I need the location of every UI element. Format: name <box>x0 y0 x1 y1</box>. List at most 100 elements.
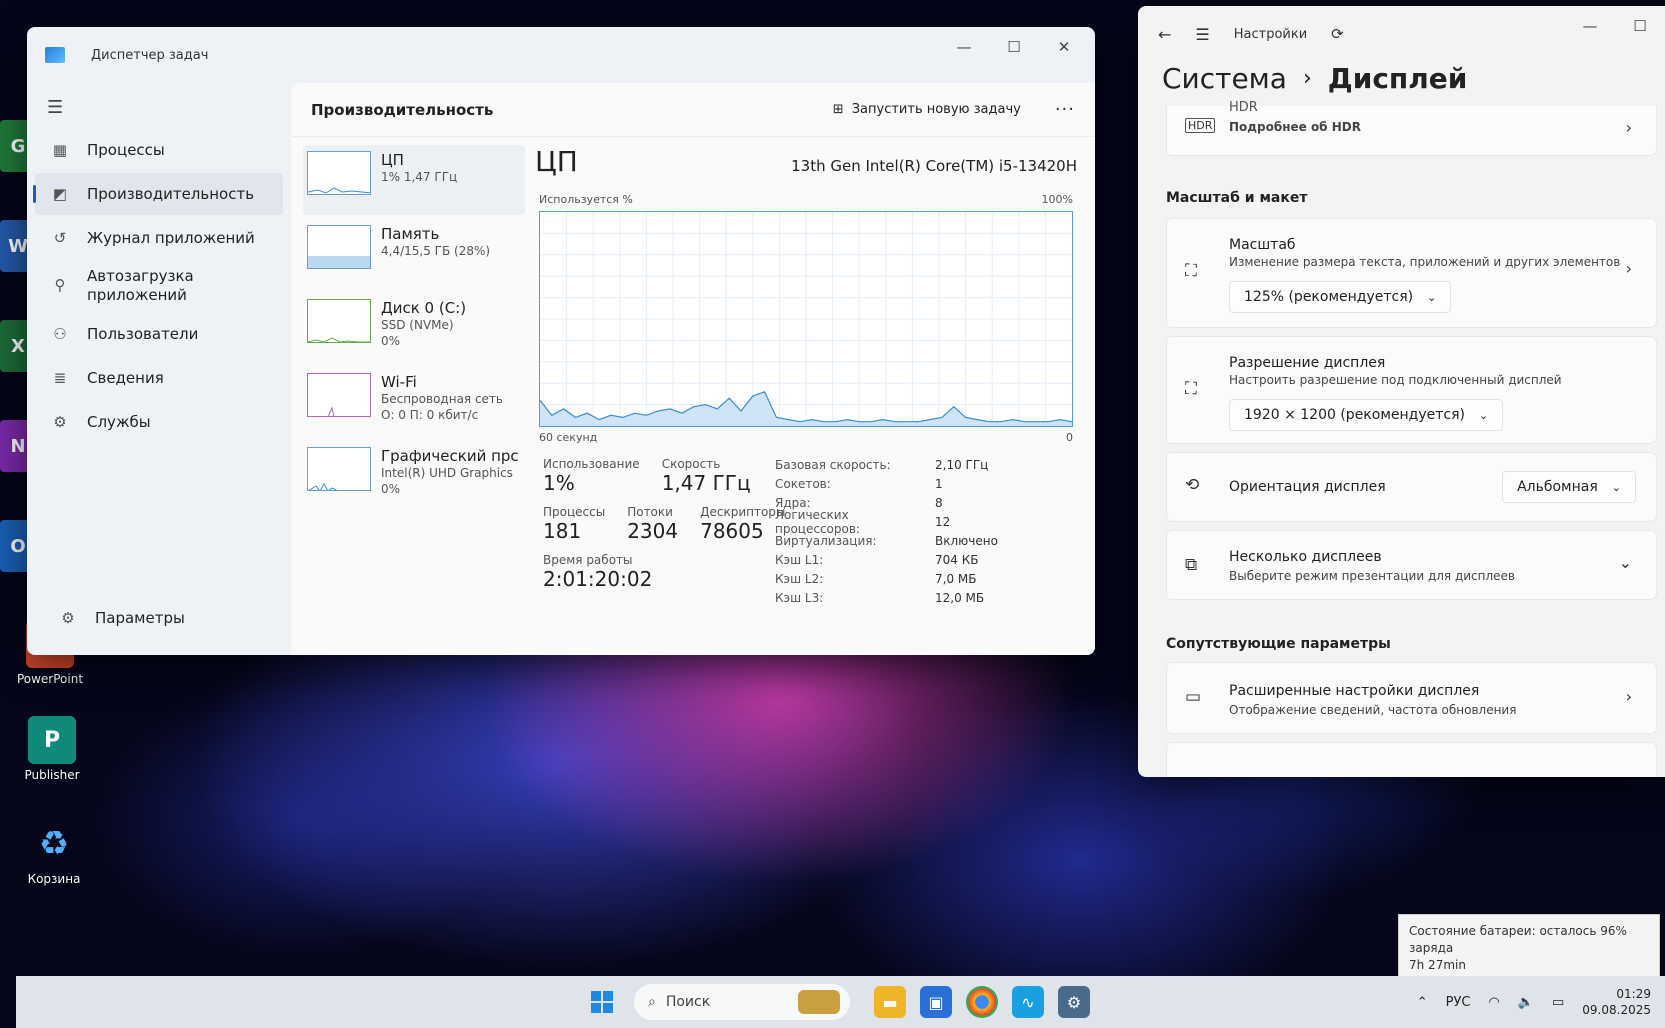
spec-row: Кэш L1: 704 КБ <box>775 550 998 569</box>
task-manager-sidebar: ☰ ▦ Процессы ◩ Производительность ↺ Журн… <box>27 83 291 655</box>
desktop-icon-publisher[interactable]: P Publisher <box>12 716 92 782</box>
cpu-model: 13th Gen Intel(R) Core(TM) i5-13420H <box>791 157 1077 175</box>
perf-item-memory[interactable]: Память 4,4/15,5 ГБ (28%) <box>303 219 525 289</box>
spec-key: Сокетов: <box>775 476 831 491</box>
resolution-desc: Настроить разрешение под подключенный ди… <box>1229 373 1562 387</box>
date: 09.08.2025 <box>1582 1003 1651 1017</box>
back-arrow-icon[interactable]: ← <box>1158 25 1171 44</box>
nav-users[interactable]: ⚇ Пользователи <box>35 313 283 355</box>
hamburger-menu-icon[interactable]: ☰ <box>47 97 291 127</box>
desktop-icon-label: Корзина <box>27 872 81 886</box>
file-explorer-icon[interactable]: ▬ <box>874 986 906 1018</box>
hdr-link[interactable]: Подробнее об HDR <box>1229 120 1361 134</box>
perf-item-name: Графический прс <box>381 447 519 465</box>
maximize-icon[interactable]: ☐ <box>989 27 1039 67</box>
memory-thumbnail <box>307 225 371 269</box>
settings-app-title: Настройки <box>1233 26 1308 42</box>
spec-key: Кэш L1: <box>775 552 824 567</box>
perf-item-detail: Intel(R) UHD Graphics <box>381 466 513 480</box>
chrome-icon[interactable] <box>966 986 998 1018</box>
more-options-icon[interactable]: ··· <box>1055 99 1075 120</box>
search-placeholder: Поиск <box>665 994 711 1010</box>
section-heading: Масштаб и макет <box>1166 190 1308 206</box>
resolution-dropdown[interactable]: 1920 × 1200 (рекомендуется) ⌄ <box>1229 399 1504 431</box>
orientation-dropdown[interactable]: Альбомная ⌄ <box>1502 471 1636 503</box>
multiple-displays-card[interactable]: ⧉ Несколько дисплеев Выберите режим през… <box>1166 530 1657 600</box>
run-task-icon: ⊞ <box>832 102 844 117</box>
nav-app-history[interactable]: ↺ Журнал приложений <box>35 217 283 259</box>
chevron-up-icon[interactable]: ⌃ <box>1417 995 1428 1010</box>
window-controls: — ☐ ✕ <box>939 27 1089 67</box>
nav-settings[interactable]: ⚙ Параметры <box>43 597 185 639</box>
settings-gear-icon[interactable]: ⚙ <box>1058 986 1090 1018</box>
desktop-icon-recycle-bin[interactable]: ♻ Корзина <box>14 820 94 886</box>
minimize-icon[interactable]: — <box>939 27 989 67</box>
spec-row: Сокетов: 1 <box>775 474 998 493</box>
graph-y-label: Используется % <box>539 193 633 206</box>
hdr-card[interactable]: HDR HDR Подробнее об HDR › <box>1166 100 1657 156</box>
nav-services[interactable]: ⚙ Службы <box>35 401 283 443</box>
spec-value: 704 КБ <box>935 552 979 567</box>
scale-dropdown[interactable]: 125% (рекомендуется) ⌄ <box>1229 281 1452 313</box>
nav-label: Производительность <box>87 185 255 203</box>
speed-value: 1,47 ГГц <box>661 471 751 495</box>
scale-card[interactable]: ⛶ Масштаб Изменение размера текста, прил… <box>1166 218 1657 328</box>
uptime-value: 2:01:20:02 <box>543 567 653 591</box>
perf-item-detail: 1% 1,47 ГГц <box>381 170 458 184</box>
nav-performance[interactable]: ◩ Производительность <box>33 173 283 215</box>
perf-item-gpu[interactable]: Графический прс Intel(R) UHD Graphics 0% <box>303 441 525 511</box>
maximize-icon[interactable]: ☐ <box>1615 6 1665 46</box>
refresh-icon[interactable]: ⟳ <box>1331 25 1344 43</box>
breadcrumb-parent[interactable]: Система <box>1162 62 1287 95</box>
nav-details[interactable]: ≣ Сведения <box>35 357 283 399</box>
cpu-usage-chart <box>539 212 1073 426</box>
task-manager-titlebar: Диспетчер задач <box>27 27 1095 83</box>
desktop-icon-label: PowerPoint <box>16 672 84 686</box>
hamburger-menu-icon[interactable]: ☰ <box>1195 25 1209 44</box>
battery-icon[interactable]: ▭ <box>1552 995 1564 1010</box>
window-controls: — ☐ <box>1565 6 1665 46</box>
nav-processes[interactable]: ▦ Процессы <box>35 129 283 171</box>
task-manager-taskbar-icon[interactable]: ∿ <box>1012 986 1044 1018</box>
spec-row: Виртуализация: Включено <box>775 531 998 550</box>
cpu-spec-table: Базовая скорость: 2,10 ГГц Сокетов: 1 Ядра… <box>775 455 998 607</box>
advanced-display-card[interactable]: ▭ Расширенные настройки дисплея Отображе… <box>1166 662 1657 734</box>
search-icon: ⌕ <box>648 994 656 1010</box>
volume-icon[interactable]: 🔈 <box>1518 995 1534 1010</box>
task-manager-window: Диспетчер задач — ☐ ✕ ☰ ▦ Процессы ◩ Про… <box>27 27 1095 655</box>
clock[interactable]: 01:29 09.08.2025 <box>1582 986 1651 1018</box>
task-manager-main: Производительность ⊞ Запустить новую зад… <box>291 83 1095 655</box>
nav-startup-apps[interactable]: ⚲ Автозагрузка приложений <box>35 261 283 311</box>
perf-item-wifi[interactable]: Wi-Fi Беспроводная сеть О: 0 П: 0 кбит/с <box>303 367 525 437</box>
perf-item-cpu[interactable]: ЦП 1% 1,47 ГГц <box>303 145 525 215</box>
time: 01:29 <box>1616 986 1651 1001</box>
store-icon[interactable]: ▣ <box>920 986 952 1018</box>
perf-item-disk[interactable]: Диск 0 (C:) SSD (NVMe) 0% <box>303 293 525 363</box>
scale-icon: ⛶ <box>1185 261 1197 281</box>
next-card-partial[interactable] <box>1166 742 1657 777</box>
close-icon[interactable]: ✕ <box>1039 27 1089 67</box>
cpu-thumbnail <box>307 151 371 195</box>
wifi-icon[interactable]: ◠ <box>1488 995 1499 1010</box>
taskbar: ⌕ Поиск ▬ ▣ ∿ ⚙ ⌃ РУС ◠ 🔈 ▭ 01:29 09.08.… <box>16 976 1665 1028</box>
minimize-icon[interactable]: — <box>1565 6 1615 46</box>
run-new-task-button[interactable]: ⊞ Запустить новую задачу <box>833 102 1021 117</box>
spec-row: Кэш L3: 12,0 МБ <box>775 588 998 607</box>
performance-list: ЦП 1% 1,47 ГГц Память 4,4/15,5 ГБ (28%) … <box>303 145 525 515</box>
resolution-title: Разрешение дисплея <box>1229 355 1386 371</box>
tooltip-line-2: 7h 27min <box>1409 957 1466 972</box>
recycle-bin-icon: ♻ <box>38 824 70 864</box>
gear-icon: ⚙ <box>61 609 75 627</box>
spec-row: Кэш L2: 7,0 МБ <box>775 569 998 588</box>
start-button[interactable] <box>586 986 618 1018</box>
language-indicator[interactable]: РУС <box>1446 995 1471 1010</box>
cpu-usage-graph <box>539 211 1073 427</box>
nav-label: Параметры <box>95 609 185 627</box>
multiple-displays-icon: ⧉ <box>1185 555 1198 575</box>
monitor-icon: ▭ <box>1185 687 1202 707</box>
grid-icon: ▦ <box>52 141 68 159</box>
nav-label: Сведения <box>87 369 164 387</box>
spec-row: Логических процессоров: 12 <box>775 508 998 536</box>
taskbar-search[interactable]: ⌕ Поиск <box>634 984 850 1020</box>
tooltip-line-1: Состояние батареи: осталось 96% заряда <box>1409 924 1627 955</box>
